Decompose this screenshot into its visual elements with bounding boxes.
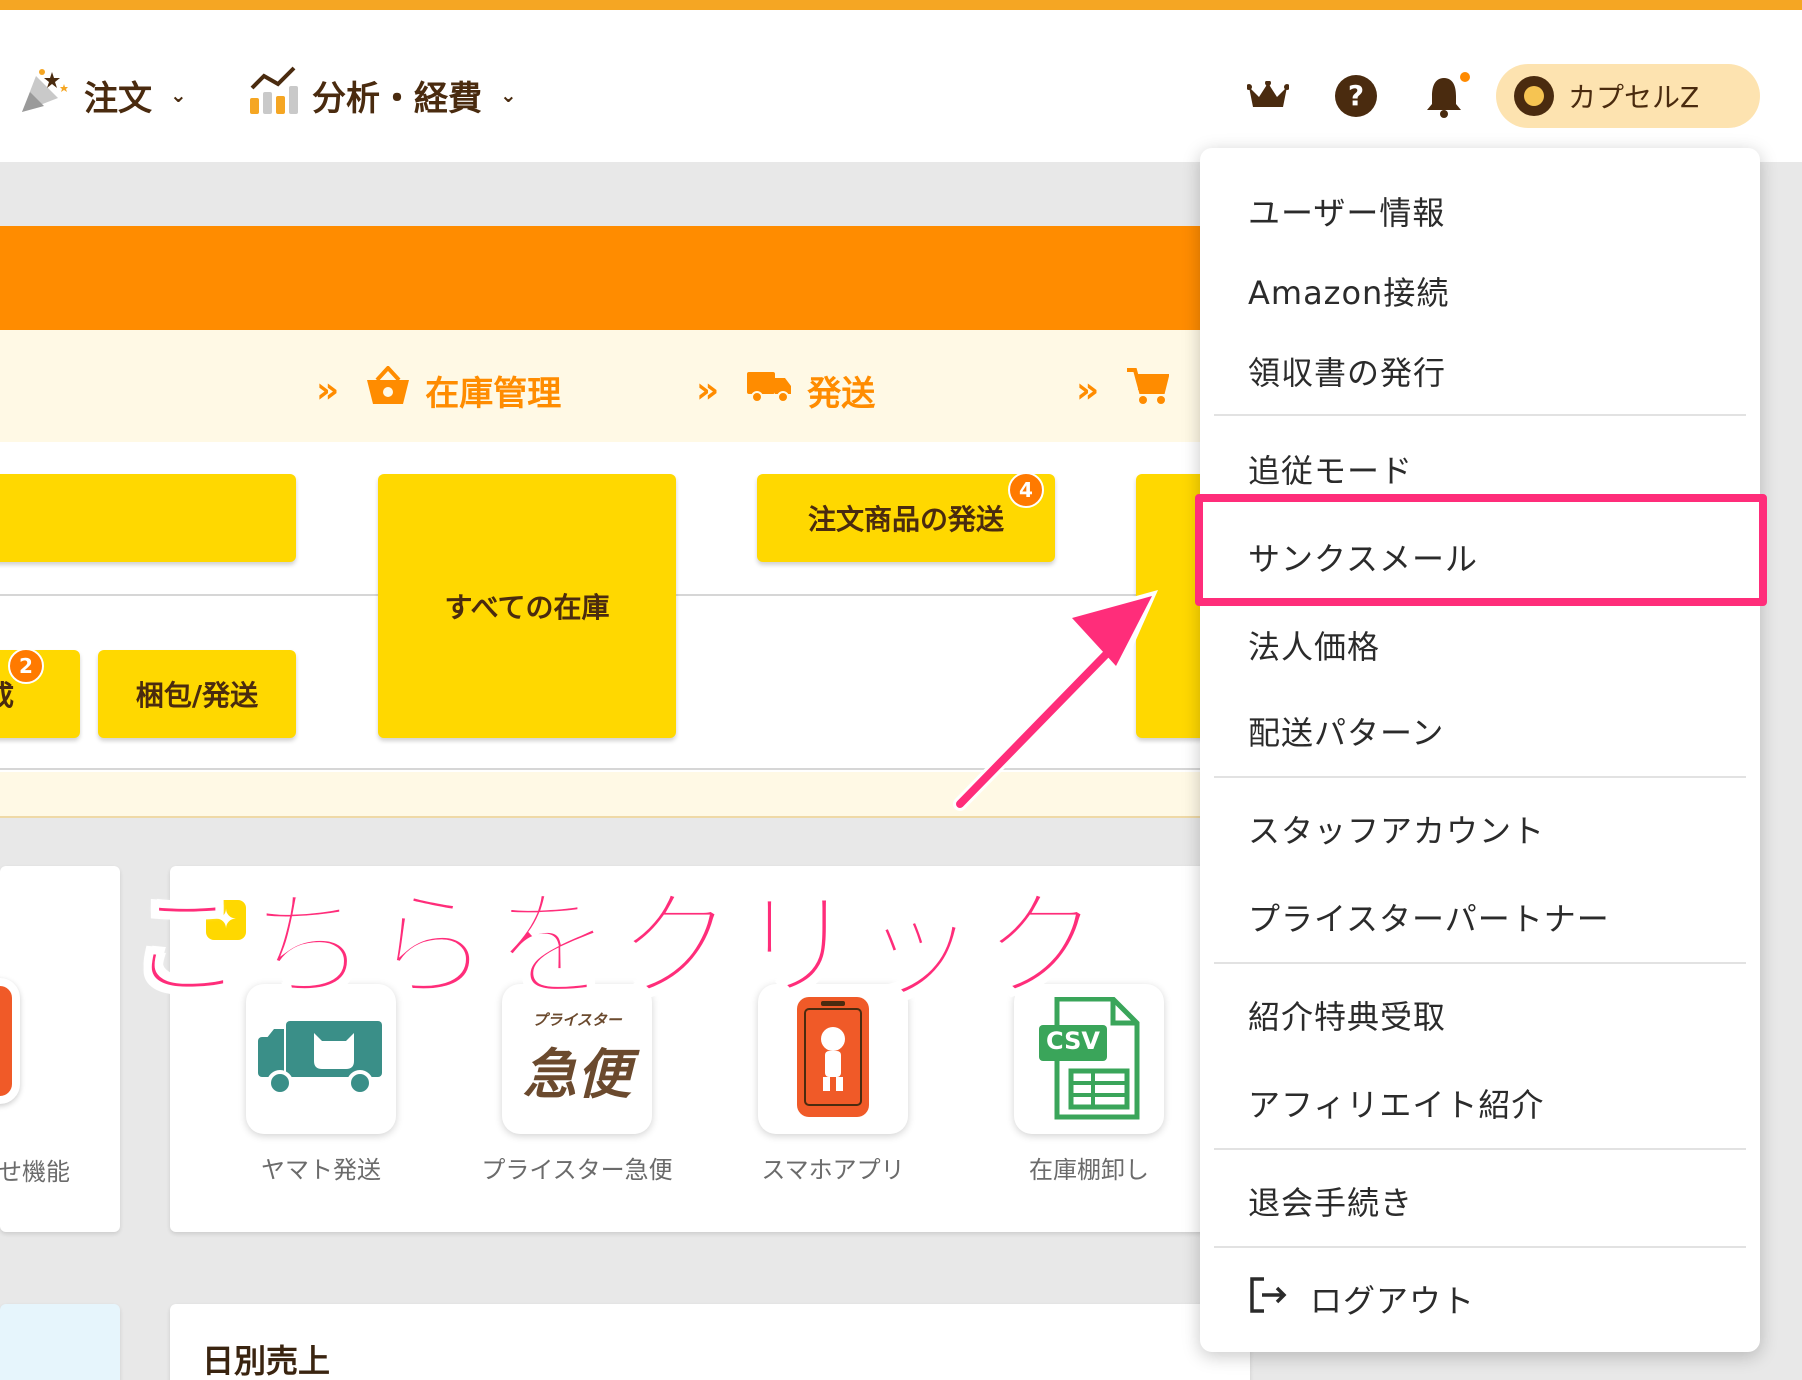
daily-sales-title: 日別売上 (202, 1342, 331, 1380)
menu-amazon-connect[interactable]: Amazon接続 (1248, 268, 1449, 314)
yamato-truck-icon (256, 1015, 386, 1103)
crown-icon[interactable] (1242, 70, 1294, 122)
menu-receipt[interactable]: 領収書の発行 (1248, 348, 1446, 394)
logout-icon (1248, 1276, 1288, 1322)
tool-smartphone-app-label: スマホアプリ (761, 1156, 905, 1184)
left-tool-label: せ機能 (0, 1158, 70, 1186)
user-menu-button[interactable]: カプセルZ (1496, 64, 1760, 128)
ship-ordered-items-label: 注文商品の発送 (807, 503, 1004, 536)
step-shipping: » 発送 (696, 366, 875, 415)
nav-analytics[interactable]: 分析・経費 ⌄ (246, 65, 517, 125)
menu-divider (1214, 414, 1746, 416)
menu-follow-mode[interactable]: 追従モード (1248, 446, 1413, 492)
step-inventory-label: 在庫管理 (425, 374, 562, 414)
menu-divider (1214, 1246, 1746, 1248)
tool-pricester-kyubin-label: プライスター急便 (481, 1156, 673, 1184)
menu-divider (1214, 1148, 1746, 1150)
avatar (1514, 76, 1554, 116)
top-accent-line (0, 0, 1802, 10)
menu-pricester-partner[interactable]: プライスターパートナー (1248, 894, 1610, 940)
menu-affiliate[interactable]: アフィリエイト紹介 (1248, 1080, 1544, 1126)
cart-icon (1125, 366, 1170, 415)
nav-orders[interactable]: 注文 ⌄ (18, 65, 187, 125)
menu-withdraw[interactable]: 退会手続き (1248, 1178, 1413, 1224)
double-chevron-icon: » (696, 370, 719, 411)
bar-chart-trend-icon (246, 64, 300, 127)
pricester-kyubin-icon: プライスター 急便 (523, 1011, 631, 1106)
menu-staff-account[interactable]: スタッフアカウント (1248, 806, 1545, 852)
left-bottom-panel (0, 1304, 120, 1380)
truck-icon (745, 368, 793, 413)
tool-inventory-count-label: 在庫棚卸し (1029, 1156, 1149, 1184)
workflow-button-left-top[interactable] (0, 474, 296, 562)
step-shipping-label: 発送 (807, 374, 876, 414)
orange-circle-icon (0, 978, 20, 1104)
menu-divider (1214, 962, 1746, 964)
menu-divider (1214, 776, 1746, 778)
daily-sales-panel: 日別売上 (170, 1304, 1250, 1380)
all-inventory-button[interactable]: すべての在庫 (378, 474, 676, 738)
count-badge: 2 (8, 648, 44, 684)
divider (0, 768, 1240, 770)
double-chevron-icon: » (1076, 370, 1099, 411)
app-header: 注文 ⌄ 分析・経費 ⌄ ? カプセルZ (0, 10, 1802, 162)
pack-ship-button[interactable]: 梱包/発送 (98, 650, 296, 738)
menu-referral-reward[interactable]: 紹介特典受取 (1248, 992, 1446, 1038)
menu-logout[interactable]: ログアウト (1248, 1276, 1475, 1322)
menu-user-info[interactable]: ユーザー情報 (1248, 188, 1445, 234)
step-inventory: » 在庫管理 (316, 365, 562, 415)
basket-icon (365, 365, 411, 415)
tool-yamato-label: ヤマト発送 (261, 1156, 381, 1184)
chevron-down-icon: ⌄ (170, 83, 187, 107)
help-icon[interactable]: ? (1330, 70, 1382, 122)
all-inventory-label: すべての在庫 (444, 591, 610, 624)
nav-orders-label: 注文 (84, 78, 152, 119)
left-partial-label: 成 (0, 674, 14, 714)
party-popper-icon (18, 66, 72, 125)
user-name: カプセルZ (1568, 81, 1700, 114)
user-dropdown-menu: ユーザー情報 Amazon接続 領収書の発行 追従モード サンクスメール 法人価… (1200, 148, 1760, 1352)
step-purchase: » (1076, 366, 1170, 415)
double-chevron-icon: » (316, 370, 339, 411)
callout-text: こちらをクリック (126, 876, 1105, 1017)
workflow-card-header (0, 226, 1240, 330)
chevron-down-icon: ⌄ (500, 83, 517, 107)
menu-corporate-price[interactable]: 法人価格 (1248, 622, 1380, 668)
nav-analytics-label: 分析・経費 (312, 78, 482, 119)
count-badge: 4 (1008, 472, 1044, 508)
highlight-box (1195, 494, 1767, 606)
pack-ship-label: 梱包/発送 (135, 679, 259, 712)
notification-dot (1460, 72, 1470, 82)
logout-label: ログアウト (1310, 1282, 1476, 1320)
menu-shipping-pattern[interactable]: 配送パターン (1248, 708, 1444, 754)
svg-text:?: ? (1348, 79, 1364, 112)
bell-icon[interactable] (1418, 70, 1470, 122)
left-tools-panel: せ機能 (0, 866, 120, 1232)
